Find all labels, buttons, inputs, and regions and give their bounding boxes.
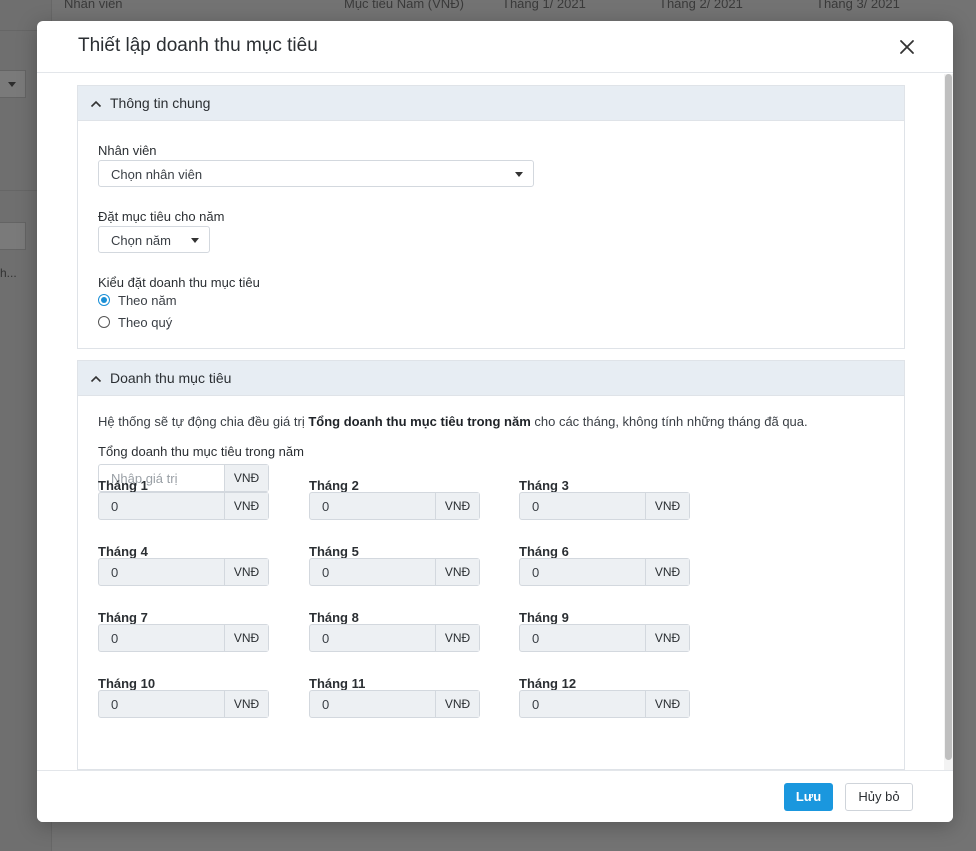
modal-header: Thiết lập doanh thu mục tiêu [37,21,953,73]
currency-unit: VNĐ [645,691,689,717]
month-value-input[interactable]: 0 VNĐ [309,690,480,718]
radio-unchecked-icon[interactable] [98,316,110,328]
month-value-input[interactable]: 0 VNĐ [519,690,690,718]
month-label: Tháng 10 [98,676,156,691]
month-label: Tháng 12 [519,676,577,691]
target-revenue-header[interactable]: Doanh thu mục tiêu [78,361,904,396]
scrollbar[interactable] [944,74,953,770]
modal-footer: Lưu Hủy bỏ [37,770,953,822]
month-value-input[interactable]: 0 VNĐ [519,558,690,586]
currency-unit: VNĐ [224,559,268,585]
year-label: Đặt mục tiêu cho năm [98,209,225,224]
employee-select-value: Chọn nhân viên [111,167,203,182]
general-info-header[interactable]: Thông tin chung [78,86,904,121]
month-value: 0 [322,499,330,514]
month-value-input[interactable]: 0 VNĐ [98,624,269,652]
background-column-header: Tháng 1/ 2021 [502,0,586,11]
currency-unit: VNĐ [224,465,268,491]
month-label: Tháng 4 [98,544,148,559]
currency-unit: VNĐ [645,625,689,651]
section-title: Doanh thu mục tiêu [110,370,232,386]
currency-unit: VNĐ [435,691,479,717]
month-label: Tháng 7 [98,610,148,625]
general-info-section: Thông tin chung Nhân viên Chọn nhân viên… [77,85,905,349]
month-value-input[interactable]: 0 VNĐ [309,558,480,586]
background-table-header: Nhân viên Mục tiêu Năm (VNĐ) Tháng 1/ 20… [52,0,976,14]
description-text: cho các tháng, không tính những tháng đã… [530,414,808,429]
month-value-input[interactable]: 0 VNĐ [309,492,480,520]
month-value-input[interactable]: 0 VNĐ [98,690,269,718]
month-value-input[interactable]: 0 VNĐ [309,624,480,652]
currency-unit: VNĐ [224,625,268,651]
month-value: 0 [532,631,540,646]
currency-unit: VNĐ [645,559,689,585]
background-column-header: Tháng 3/ 2021 [816,0,900,11]
currency-unit: VNĐ [435,493,479,519]
month-value-input[interactable]: 0 VNĐ [98,558,269,586]
radio-checked-icon[interactable] [98,294,110,306]
month-value: 0 [111,697,119,712]
chevron-up-icon[interactable] [90,98,102,110]
description-bold-text: Tổng doanh thu mục tiêu trong năm [308,414,531,429]
target-revenue-modal: Thiết lập doanh thu mục tiêu Thông tin c… [37,21,953,822]
month-label: Tháng 9 [519,610,569,625]
revenue-description: Hệ thống sẽ tự động chia đều giá trị Tổn… [98,414,808,429]
background-field [0,222,26,250]
month-value-input[interactable]: 0 VNĐ [98,492,269,520]
month-label: Tháng 5 [309,544,359,559]
target-revenue-section: Doanh thu mục tiêu Hệ thống sẽ tự động c… [77,360,905,770]
total-revenue-label: Tổng doanh thu mục tiêu trong năm [98,444,304,459]
close-icon[interactable] [897,37,917,57]
radio-label: Theo quý [118,315,173,330]
currency-unit: VNĐ [224,691,268,717]
save-button[interactable]: Lưu [784,783,833,811]
month-label: Tháng 6 [519,544,569,559]
month-value: 0 [111,499,119,514]
radio-label: Theo năm [118,293,177,308]
background-chevron-down-icon [8,82,16,87]
month-value: 0 [532,697,540,712]
month-value: 0 [111,631,119,646]
employee-select[interactable]: Chọn nhân viên [98,160,534,187]
section-title: Thông tin chung [110,95,211,111]
month-value: 0 [532,565,540,580]
month-label: Tháng 2 [309,478,359,493]
currency-unit: VNĐ [435,559,479,585]
scrollbar-thumb[interactable] [945,74,952,760]
chevron-down-icon [515,172,523,177]
background-column-header: Tháng 2/ 2021 [659,0,743,11]
background-column-header: Nhân viên [64,0,123,11]
month-value-input[interactable]: 0 VNĐ [519,492,690,520]
background-truncated-text: h... [0,266,17,280]
month-label: Tháng 3 [519,478,569,493]
month-value: 0 [322,565,330,580]
modal-title: Thiết lập doanh thu mục tiêu [78,35,318,56]
cancel-button[interactable]: Hủy bỏ [845,783,913,811]
year-select[interactable]: Chọn năm [98,226,210,253]
employee-label: Nhân viên [98,143,157,158]
month-value: 0 [322,697,330,712]
currency-unit: VNĐ [224,493,268,519]
month-label: Tháng 8 [309,610,359,625]
month-value: 0 [111,565,119,580]
month-value: 0 [322,631,330,646]
month-value: 0 [532,499,540,514]
chevron-down-icon [191,238,199,243]
target-type-label: Kiểu đặt doanh thu mục tiêu [98,275,260,290]
month-value-input[interactable]: 0 VNĐ [519,624,690,652]
chevron-up-icon[interactable] [90,373,102,385]
modal-body: Thông tin chung Nhân viên Chọn nhân viên… [37,74,953,770]
currency-unit: VNĐ [435,625,479,651]
background-column-header: Mục tiêu Năm (VNĐ) [344,0,464,11]
currency-unit: VNĐ [645,493,689,519]
month-label: Tháng 1 [98,478,148,493]
year-select-value: Chọn năm [111,233,171,248]
description-text: Hệ thống sẽ tự động chia đều giá trị [98,414,309,429]
month-label: Tháng 11 [309,676,366,691]
